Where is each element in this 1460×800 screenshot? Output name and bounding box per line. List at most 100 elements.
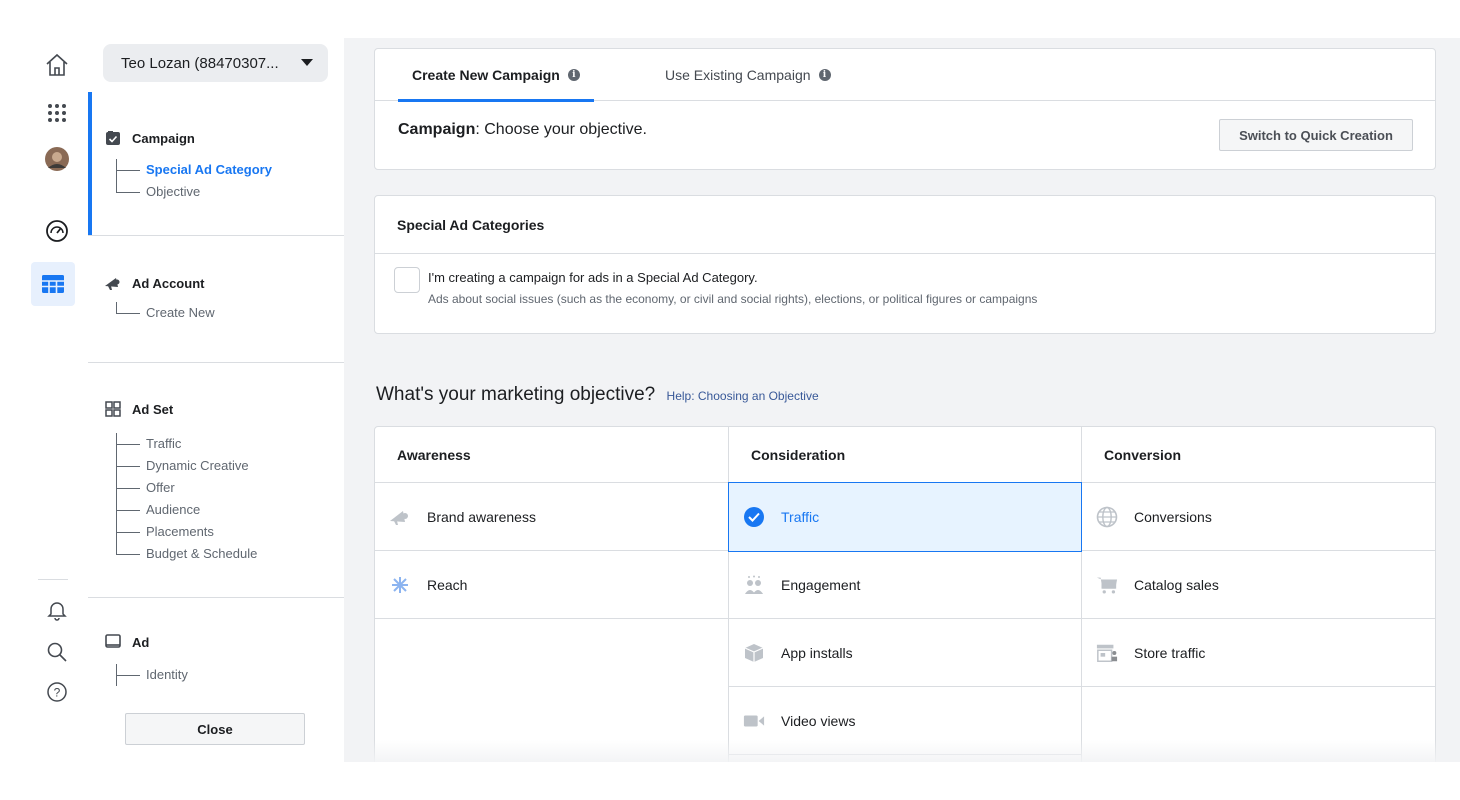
step-campaign[interactable]: Campaign Special Ad Category Objective — [88, 92, 344, 236]
store-icon — [1096, 642, 1118, 664]
column-awareness-header: Awareness — [375, 427, 728, 483]
notifications-bell-icon[interactable] — [40, 593, 74, 627]
substep-budget-schedule[interactable]: Budget & Schedule — [116, 543, 257, 565]
close-button[interactable]: Close — [125, 713, 305, 745]
step-ad-account-substeps: Create New — [116, 302, 215, 324]
objective-traffic[interactable]: Traffic — [728, 482, 1082, 552]
check-circle-icon — [743, 506, 765, 528]
objective-label: Conversions — [1134, 508, 1212, 525]
objective-label: Video views — [781, 712, 856, 729]
objective-label: App installs — [781, 644, 853, 661]
global-nav-rail: ? — [0, 38, 88, 762]
special-ad-category-checkbox-label[interactable]: I'm creating a campaign for ads in a Spe… — [428, 270, 758, 285]
objective-label: Catalog sales — [1134, 576, 1219, 593]
step-ad-set-label: Ad Set — [132, 401, 174, 417]
step-ad-account[interactable]: Ad Account Create New — [88, 236, 344, 363]
step-ad-set[interactable]: Ad Set Traffic Dynamic Creative Offer Au… — [88, 363, 344, 598]
step-campaign-label: Campaign — [132, 130, 195, 146]
step-ad-header: Ad — [104, 633, 149, 651]
special-ad-categories-title: Special Ad Categories — [397, 217, 545, 233]
ads-manager-table-icon[interactable] — [31, 262, 75, 306]
app-window: ? Teo Lozan (88470307... Campaign Specia… — [0, 0, 1460, 800]
ad-set-grid-icon — [104, 400, 122, 418]
campaign-tabs: Create New Campaign i Use Existing Campa… — [375, 49, 1435, 102]
search-icon[interactable] — [40, 635, 74, 669]
info-icon[interactable]: i — [567, 69, 580, 81]
substep-create-new[interactable]: Create New — [116, 302, 215, 324]
campaign-prompt-text: : Choose your objective. — [475, 121, 647, 138]
home-icon[interactable] — [40, 48, 74, 82]
column-conversion-header: Conversion — [1082, 427, 1435, 483]
objective-brand-awareness[interactable]: Brand awareness — [375, 483, 728, 551]
substep-identity[interactable]: Identity — [116, 664, 188, 686]
step-ad-account-header: Ad Account — [104, 274, 204, 292]
special-ad-category-checkbox[interactable] — [394, 267, 420, 293]
rail-divider — [38, 579, 68, 580]
step-ad-set-header: Ad Set — [104, 400, 173, 418]
step-ad-set-substeps: Traffic Dynamic Creative Offer Audience … — [116, 433, 257, 565]
objective-label: Brand awareness — [427, 508, 536, 525]
choosing-objective-help-link[interactable]: Help: Choosing an Objective — [667, 389, 819, 403]
profile-avatar[interactable] — [40, 142, 74, 176]
objective-conversions[interactable]: Conversions — [1082, 483, 1435, 551]
step-campaign-header: Campaign — [104, 129, 195, 147]
box-icon — [743, 642, 765, 664]
help-icon[interactable]: ? — [40, 675, 74, 709]
ad-account-select[interactable]: Teo Lozan (88470307... — [103, 44, 328, 82]
objective-engagement[interactable]: Engagement — [729, 551, 1081, 619]
tab-use-existing-campaign-label: Use Existing Campaign — [665, 67, 811, 83]
globe-icon — [1096, 506, 1118, 528]
tab-create-new-campaign-label: Create New Campaign — [412, 67, 560, 83]
substep-objective[interactable]: Objective — [116, 181, 272, 203]
apps-grid-icon[interactable] — [40, 96, 74, 130]
step-campaign-substeps: Special Ad Category Objective — [116, 159, 272, 203]
objective-label: Reach — [427, 576, 468, 593]
dashboard-gauge-icon[interactable] — [40, 214, 74, 248]
video-camera-icon — [743, 710, 765, 732]
ad-account-select-label: Teo Lozan (88470307... — [121, 54, 279, 72]
substep-offer[interactable]: Offer — [116, 477, 257, 499]
substep-dynamic-creative[interactable]: Dynamic Creative — [116, 455, 257, 477]
marketing-objective-title: What's your marketing objective? — [376, 384, 656, 405]
substep-placements[interactable]: Placements — [116, 521, 257, 543]
main-content: Create New Campaign i Use Existing Campa… — [344, 38, 1460, 762]
substep-traffic[interactable]: Traffic — [116, 433, 257, 455]
objective-reach[interactable]: Reach — [375, 551, 728, 619]
column-consideration-header: Consideration — [729, 427, 1081, 483]
campaign-card: Create New Campaign i Use Existing Campa… — [374, 48, 1436, 170]
step-ad-substeps: Identity — [116, 664, 188, 686]
campaign-objective-prompt: Campaign: Choose your objective. — [398, 121, 647, 139]
objective-label: Store traffic — [1134, 644, 1206, 661]
divider — [375, 253, 1435, 254]
objective-app-installs[interactable]: App installs — [729, 619, 1081, 687]
people-icon — [743, 574, 765, 596]
special-ad-categories-card: Special Ad Categories I'm creating a cam… — [374, 195, 1436, 334]
tab-use-existing-campaign[interactable]: Use Existing Campaign i — [665, 49, 831, 101]
switch-to-quick-creation-button[interactable]: Switch to Quick Creation — [1219, 119, 1413, 151]
creation-steps-sidebar: Teo Lozan (88470307... Campaign Special … — [88, 38, 344, 762]
cart-icon — [1096, 574, 1118, 596]
caret-down-icon — [301, 59, 313, 66]
campaign-checkbox-icon — [104, 129, 122, 147]
scroll-fade — [344, 740, 1460, 762]
substep-audience[interactable]: Audience — [116, 499, 257, 521]
step-ad-account-label: Ad Account — [132, 275, 205, 291]
special-ad-category-description: Ads about social issues (such as the eco… — [428, 292, 1038, 306]
reach-icon — [389, 574, 411, 596]
step-ad-label: Ad — [132, 634, 150, 650]
substep-special-ad-category[interactable]: Special Ad Category — [116, 159, 272, 181]
objective-catalog-sales[interactable]: Catalog sales — [1082, 551, 1435, 619]
objective-grid: Awareness Consideration Conversion Brand… — [374, 426, 1436, 762]
tab-create-new-campaign[interactable]: Create New Campaign i — [398, 49, 594, 102]
svg-text:?: ? — [54, 686, 61, 700]
megaphone-icon — [104, 274, 122, 292]
ad-square-icon — [104, 633, 122, 651]
bottom-edge — [0, 762, 1460, 800]
objective-label: Traffic — [781, 509, 820, 525]
info-icon[interactable]: i — [818, 69, 831, 81]
campaign-label: Campaign — [398, 121, 476, 138]
objective-label: Engagement — [781, 576, 861, 593]
megaphone-icon — [389, 506, 411, 528]
marketing-objective-heading: What's your marketing objective? Help: C… — [376, 384, 819, 406]
objective-store-traffic[interactable]: Store traffic — [1082, 619, 1435, 687]
